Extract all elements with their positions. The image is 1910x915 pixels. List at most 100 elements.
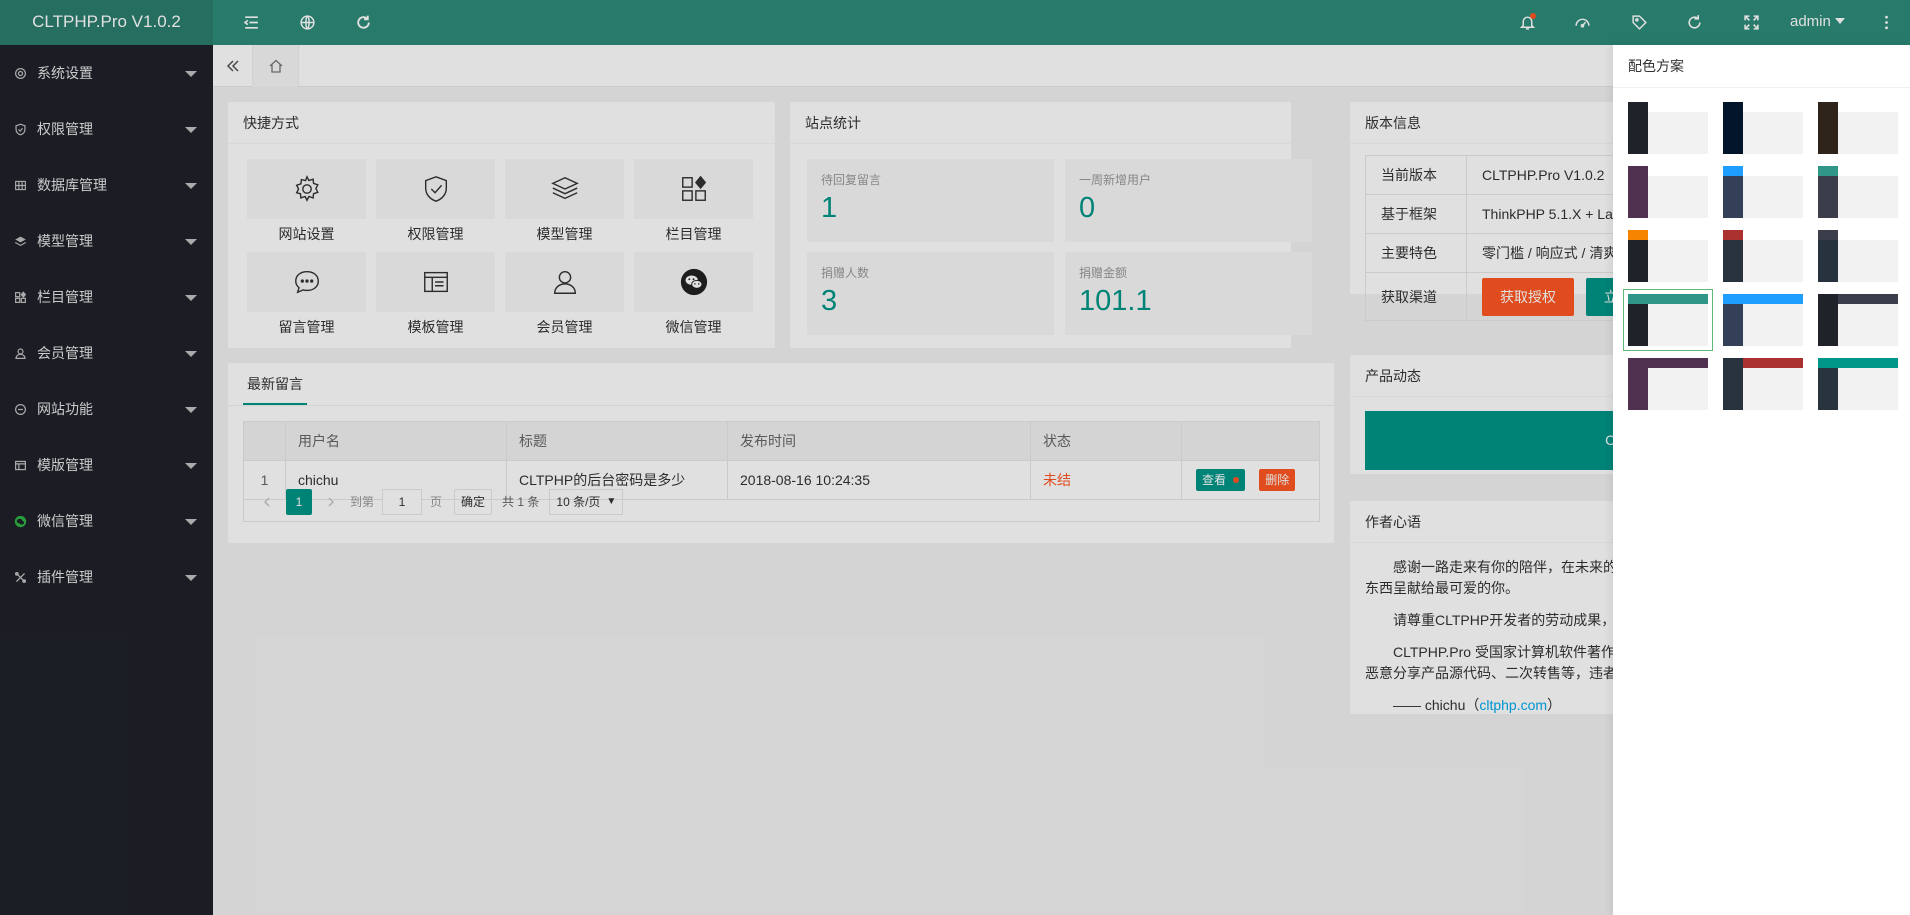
stat-label: 捐赠金额: [1079, 266, 1128, 280]
shortcut-members[interactable]: [505, 252, 624, 312]
stat-donors[interactable]: 捐赠人数 3: [807, 252, 1054, 335]
swatch-logo: [1818, 230, 1838, 240]
shortcut-models[interactable]: [505, 159, 624, 219]
author-paragraph-cont: 东西呈献给最可爱的你。: [1365, 580, 1519, 596]
theme-swatch[interactable]: [1628, 102, 1708, 154]
theme-panel: 配色方案: [1613, 45, 1910, 915]
swatch-logo: [1723, 230, 1743, 240]
theme-swatch[interactable]: [1723, 294, 1803, 346]
author-text: 感谢一路走来有你的陪伴，在未来的 东西呈献给最可爱的你。 请尊重CLTPHP开发…: [1365, 557, 1625, 716]
column-header[interactable]: 状态: [1030, 421, 1182, 461]
shortcut-messages[interactable]: [247, 252, 366, 312]
template-icon: [13, 458, 27, 472]
refresh-icon[interactable]: [343, 0, 383, 45]
tag-icon[interactable]: [1619, 0, 1659, 45]
reload-icon[interactable]: [1674, 0, 1714, 45]
double-chevron-left-icon[interactable]: [213, 45, 253, 87]
next-page-icon[interactable]: [318, 489, 344, 515]
swatch-logo: [1628, 230, 1648, 240]
swatch-logo: [1628, 166, 1648, 176]
theme-swatch[interactable]: [1818, 102, 1898, 154]
theme-panel-title: 配色方案: [1628, 58, 1684, 74]
column-header[interactable]: 用户名: [285, 421, 507, 461]
shortcut-label[interactable]: 微信管理: [634, 317, 753, 337]
theme-swatch[interactable]: [1723, 230, 1803, 282]
author-link[interactable]: cltphp.com: [1479, 697, 1547, 713]
sidebar-item-label: 系统设置: [37, 65, 93, 81]
shortcut-label[interactable]: 模板管理: [376, 317, 495, 337]
dashboard-icon[interactable]: [1562, 0, 1602, 45]
shortcut-templates[interactable]: [376, 252, 495, 312]
column-header[interactable]: 发布时间: [727, 421, 1031, 461]
shortcut-label[interactable]: 留言管理: [247, 317, 366, 337]
app-logo-title: CLTPHP.Pro V1.0.2: [0, 0, 213, 45]
sidebar-item-site-functions[interactable]: 网站功能: [0, 381, 213, 437]
theme-swatch[interactable]: [1723, 166, 1803, 218]
stat-new-users[interactable]: 一周新增用户 0: [1065, 159, 1312, 242]
apps-icon: [681, 175, 706, 201]
stats-card: 站点统计 待回复留言 1 一周新增用户 0 捐赠人数 3 捐赠金额 101.1: [790, 102, 1312, 348]
shortcut-label[interactable]: 网站设置: [247, 224, 366, 244]
sidebar-item-permissions[interactable]: 权限管理: [0, 101, 213, 157]
theme-swatch[interactable]: [1628, 166, 1708, 218]
goto-confirm-button[interactable]: 确定: [454, 488, 493, 515]
top-header: CLTPHP.Pro V1.0.2 admin: [0, 0, 1910, 45]
caret-down-icon: [185, 239, 197, 245]
user-menu[interactable]: admin: [1790, 0, 1845, 45]
author-paragraph: CLTPHP.Pro 受国家计算机软件著作: [1393, 644, 1615, 660]
tab-latest-messages[interactable]: 最新留言: [243, 363, 307, 405]
shortcut-label[interactable]: 栏目管理: [634, 224, 753, 244]
tab-home[interactable]: [253, 45, 299, 87]
prev-page-icon[interactable]: [254, 489, 280, 515]
shortcut-label[interactable]: 权限管理: [376, 224, 495, 244]
user-icon: [553, 270, 576, 294]
shortcut-site-settings[interactable]: [247, 159, 366, 219]
shortcut-label[interactable]: 会员管理: [505, 317, 624, 337]
theme-swatch[interactable]: [1628, 230, 1708, 282]
column-header[interactable]: 标题: [506, 421, 728, 461]
page-number-current[interactable]: 1: [286, 488, 312, 515]
sidebar-item-members[interactable]: 会员管理: [0, 325, 213, 381]
sidebar-item-label: 插件管理: [37, 569, 93, 585]
theme-swatch[interactable]: [1628, 358, 1708, 410]
theme-swatch[interactable]: [1818, 230, 1898, 282]
column-header: [1181, 421, 1320, 461]
shortcut-columns[interactable]: [634, 159, 753, 219]
globe-icon[interactable]: [287, 0, 327, 45]
theme-swatch[interactable]: [1723, 102, 1803, 154]
goto-page-input[interactable]: [382, 488, 423, 515]
stat-value: 3: [821, 285, 838, 317]
theme-swatch[interactable]: [1723, 358, 1803, 410]
theme-swatch[interactable]: [1818, 166, 1898, 218]
stat-pending-messages[interactable]: 待回复留言 1: [807, 159, 1054, 242]
shortcut-wechat[interactable]: [634, 252, 753, 312]
shortcut-label[interactable]: 模型管理: [505, 224, 624, 244]
fullscreen-icon[interactable]: [1731, 0, 1771, 45]
theme-swatch[interactable]: [1623, 289, 1713, 351]
sidebar-item-wechat[interactable]: 微信管理: [0, 493, 213, 549]
sidebar-item-models[interactable]: 模型管理: [0, 213, 213, 269]
theme-swatch[interactable]: [1818, 358, 1898, 410]
table-header-row: 用户名 标题 发布时间 状态: [243, 421, 1320, 461]
caret-down-icon: [185, 407, 197, 413]
shortcut-permissions[interactable]: [376, 159, 495, 219]
menu-indent-icon[interactable]: [231, 0, 271, 45]
author-paragraph: 请尊重CLTPHP开发者的劳动成果，: [1393, 612, 1616, 628]
theme-swatch[interactable]: [1818, 294, 1898, 346]
home-icon: [269, 59, 282, 73]
stat-donation-amount[interactable]: 捐赠金额 101.1: [1065, 252, 1312, 335]
per-page-select[interactable]: 10 条/页 ▼: [549, 488, 624, 515]
sidebar-item-columns[interactable]: 栏目管理: [0, 269, 213, 325]
goto-label: 到第: [350, 495, 375, 509]
sidebar-item-label: 模版管理: [37, 457, 93, 473]
get-license-button[interactable]: 获取授权: [1482, 277, 1574, 316]
bell-icon[interactable]: [1507, 0, 1547, 45]
more-vertical-icon[interactable]: [1866, 0, 1906, 45]
sidebar-item-plugins[interactable]: 插件管理: [0, 549, 213, 605]
sidebar-item-system-settings[interactable]: 系统设置: [0, 45, 213, 101]
plugin-icon: [13, 570, 27, 584]
sidebar-item-database[interactable]: 数据库管理: [0, 157, 213, 213]
gear-icon: [295, 175, 319, 202]
sidebar-item-templates[interactable]: 模版管理: [0, 437, 213, 493]
swatch-logo: [1723, 102, 1743, 112]
